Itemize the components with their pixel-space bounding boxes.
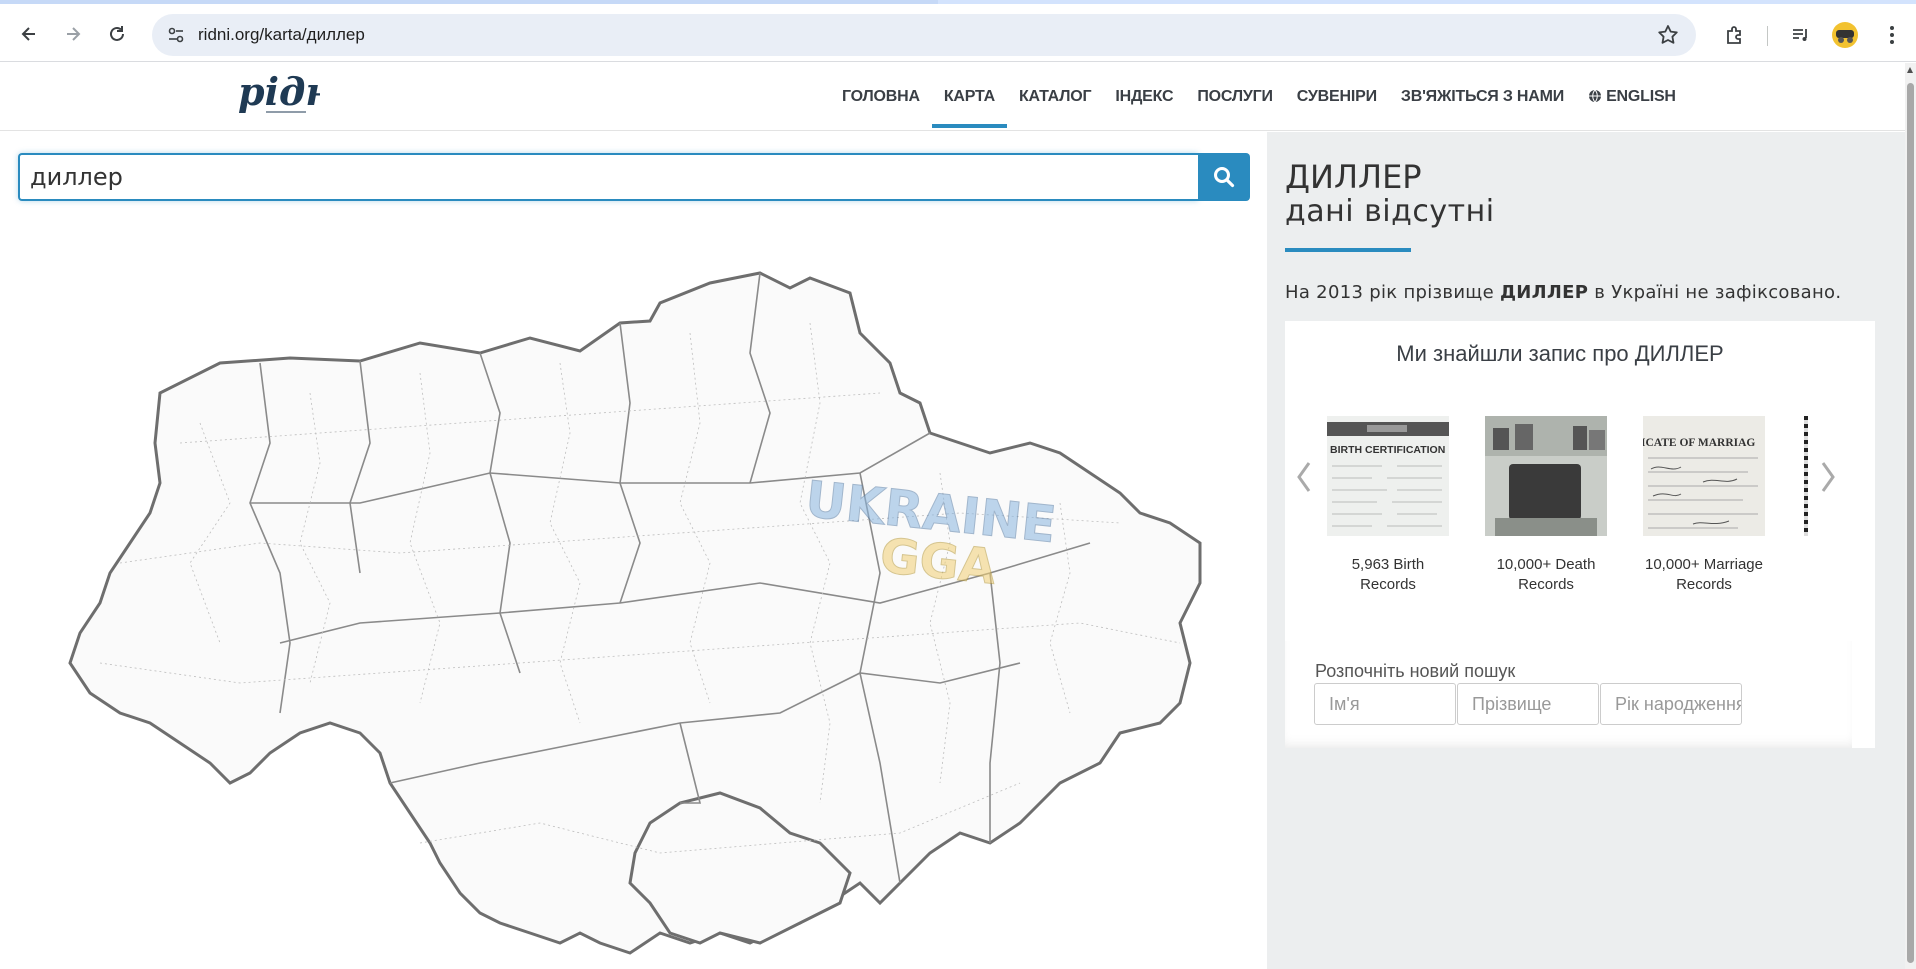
ridni-logo[interactable]: рідні [236,69,320,127]
more-vertical-icon [1890,26,1894,44]
scrollbar-thumb[interactable] [1907,83,1914,963]
browser-menu-button[interactable] [1878,21,1906,49]
logo-text: рідні [238,69,320,114]
record-item-partial[interactable] [1804,416,1808,536]
web-page: рідні ГОЛОВНА КАРТА КАТАЛОГ ІНДЕКС ПОСЛУ… [0,63,1916,969]
media-control-button[interactable] [1787,21,1815,49]
birth-certificate-thumbnail: BIRTH CERTIFICATION [1327,416,1449,536]
arrow-left-icon [21,27,35,41]
language-label: ENGLISH [1606,88,1676,105]
reload-button[interactable] [104,21,130,47]
ukraine-map[interactable]: UKRAINE GGA [60,243,1210,969]
first-name-field[interactable]: Ім'я [1314,683,1456,725]
last-name-field[interactable]: Прізвище [1457,683,1599,725]
surname-search-form [18,153,1250,201]
extensions-button[interactable] [1721,21,1749,49]
page-scrollbar[interactable] [1905,63,1916,969]
menu-item-map[interactable]: КАРТА [931,63,1008,131]
record-item-marriage[interactable]: ICATE OF MARRIAG 10,000+ Marriage Record… [1641,416,1765,595]
record-item-birth[interactable]: BIRTH CERTIFICATION 5,963 Birth Records [1327,416,1449,595]
stats-text-before: На 2013 рік прізвище [1285,282,1500,303]
carousel-next-button[interactable] [1817,457,1839,497]
title-underline [1285,248,1411,252]
chevron-left-icon [1297,462,1311,492]
birth-records-label: 5,963 Birth Records [1351,556,1425,593]
surname-title: ДИЛЛЕР [1285,158,1422,196]
stats-text-surname: ДИЛЛЕР [1499,282,1589,303]
profile-button[interactable] [1831,21,1859,49]
records-card-title: Ми знайшли запис про ДИЛЛЕР [1396,341,1724,366]
forward-button[interactable] [60,21,86,47]
media-queue-icon [1793,29,1807,41]
menu-item-souvenirs[interactable]: СУВЕНІРИ [1285,63,1389,131]
records-card: Ми знайшли запис про ДИЛЛЕР BIRTH CERTIF… [1285,321,1875,748]
stats-text-after: в Україні не зафіксовано. [1588,282,1842,303]
new-search-label: Розпочніть новий пошук [1315,661,1516,681]
chevron-right-icon [1821,462,1835,492]
language-switch[interactable]: ENGLISH [1576,63,1688,131]
toolbar-divider [1767,26,1768,46]
menu-item-catalog[interactable]: КАТАЛОГ [1007,63,1103,131]
menu-item-index[interactable]: ІНДЕКС [1103,63,1185,131]
reload-icon [110,26,124,41]
main-menu: ГОЛОВНА КАРТА КАТАЛОГ ІНДЕКС ПОСЛУГИ СУВ… [830,63,1688,131]
browser-toolbar: ridni.org/karta/диллер [0,4,1916,62]
marriage-certificate-thumbnail: ICATE OF MARRIAG [1641,416,1765,536]
menu-item-home[interactable]: ГОЛОВНА [830,63,932,131]
site-settings-icon[interactable] [166,25,186,45]
birth-year-field[interactable]: Рік народження [1600,683,1742,725]
back-button[interactable] [16,21,42,47]
search-icon [1214,167,1235,188]
avatar [1832,22,1858,48]
surname-search-input[interactable] [18,153,1198,201]
bookmark-star-icon[interactable] [1656,23,1680,47]
puzzle-icon [1727,26,1741,44]
arrow-right-icon [67,27,81,41]
surname-result-panel: ДИЛЛЕР дані відсутні На 2013 рік прізвищ… [1267,132,1905,969]
surname-status: дані відсутні [1285,194,1495,229]
marriage-records-label: 10,000+ Marriage Records [1645,556,1763,593]
address-bar[interactable]: ridni.org/karta/диллер [152,14,1696,56]
map-outline [68,271,1202,955]
url-text: ridni.org/karta/диллер [198,25,365,44]
menu-item-contact[interactable]: ЗВ'ЯЖІТЬСЯ З НАМИ [1389,63,1576,131]
death-records-label: 10,000+ Death Records [1496,556,1596,593]
scroll-up-arrow[interactable] [1907,67,1913,73]
search-button[interactable] [1198,153,1250,201]
new-search-form: Розпочніть новий пошук Ім'я Прізвище Рік… [1285,641,1852,748]
site-header: рідні ГОЛОВНА КАРТА КАТАЛОГ ІНДЕКС ПОСЛУ… [0,63,1905,131]
gravestone-thumbnail [1485,416,1607,536]
birth-thumb-text: BIRTH CERTIFICATION [1330,444,1445,456]
carousel-prev-button[interactable] [1293,457,1315,497]
marriage-thumb-text: ICATE OF MARRIAG [1643,437,1755,449]
record-item-death[interactable]: 10,000+ Death Records [1485,416,1607,595]
globe-icon [1589,89,1602,103]
menu-item-services[interactable]: ПОСЛУГИ [1185,63,1284,131]
surname-statistics-text: На 2013 рік прізвище ДИЛЛЕР в Україні не… [1285,282,1841,303]
